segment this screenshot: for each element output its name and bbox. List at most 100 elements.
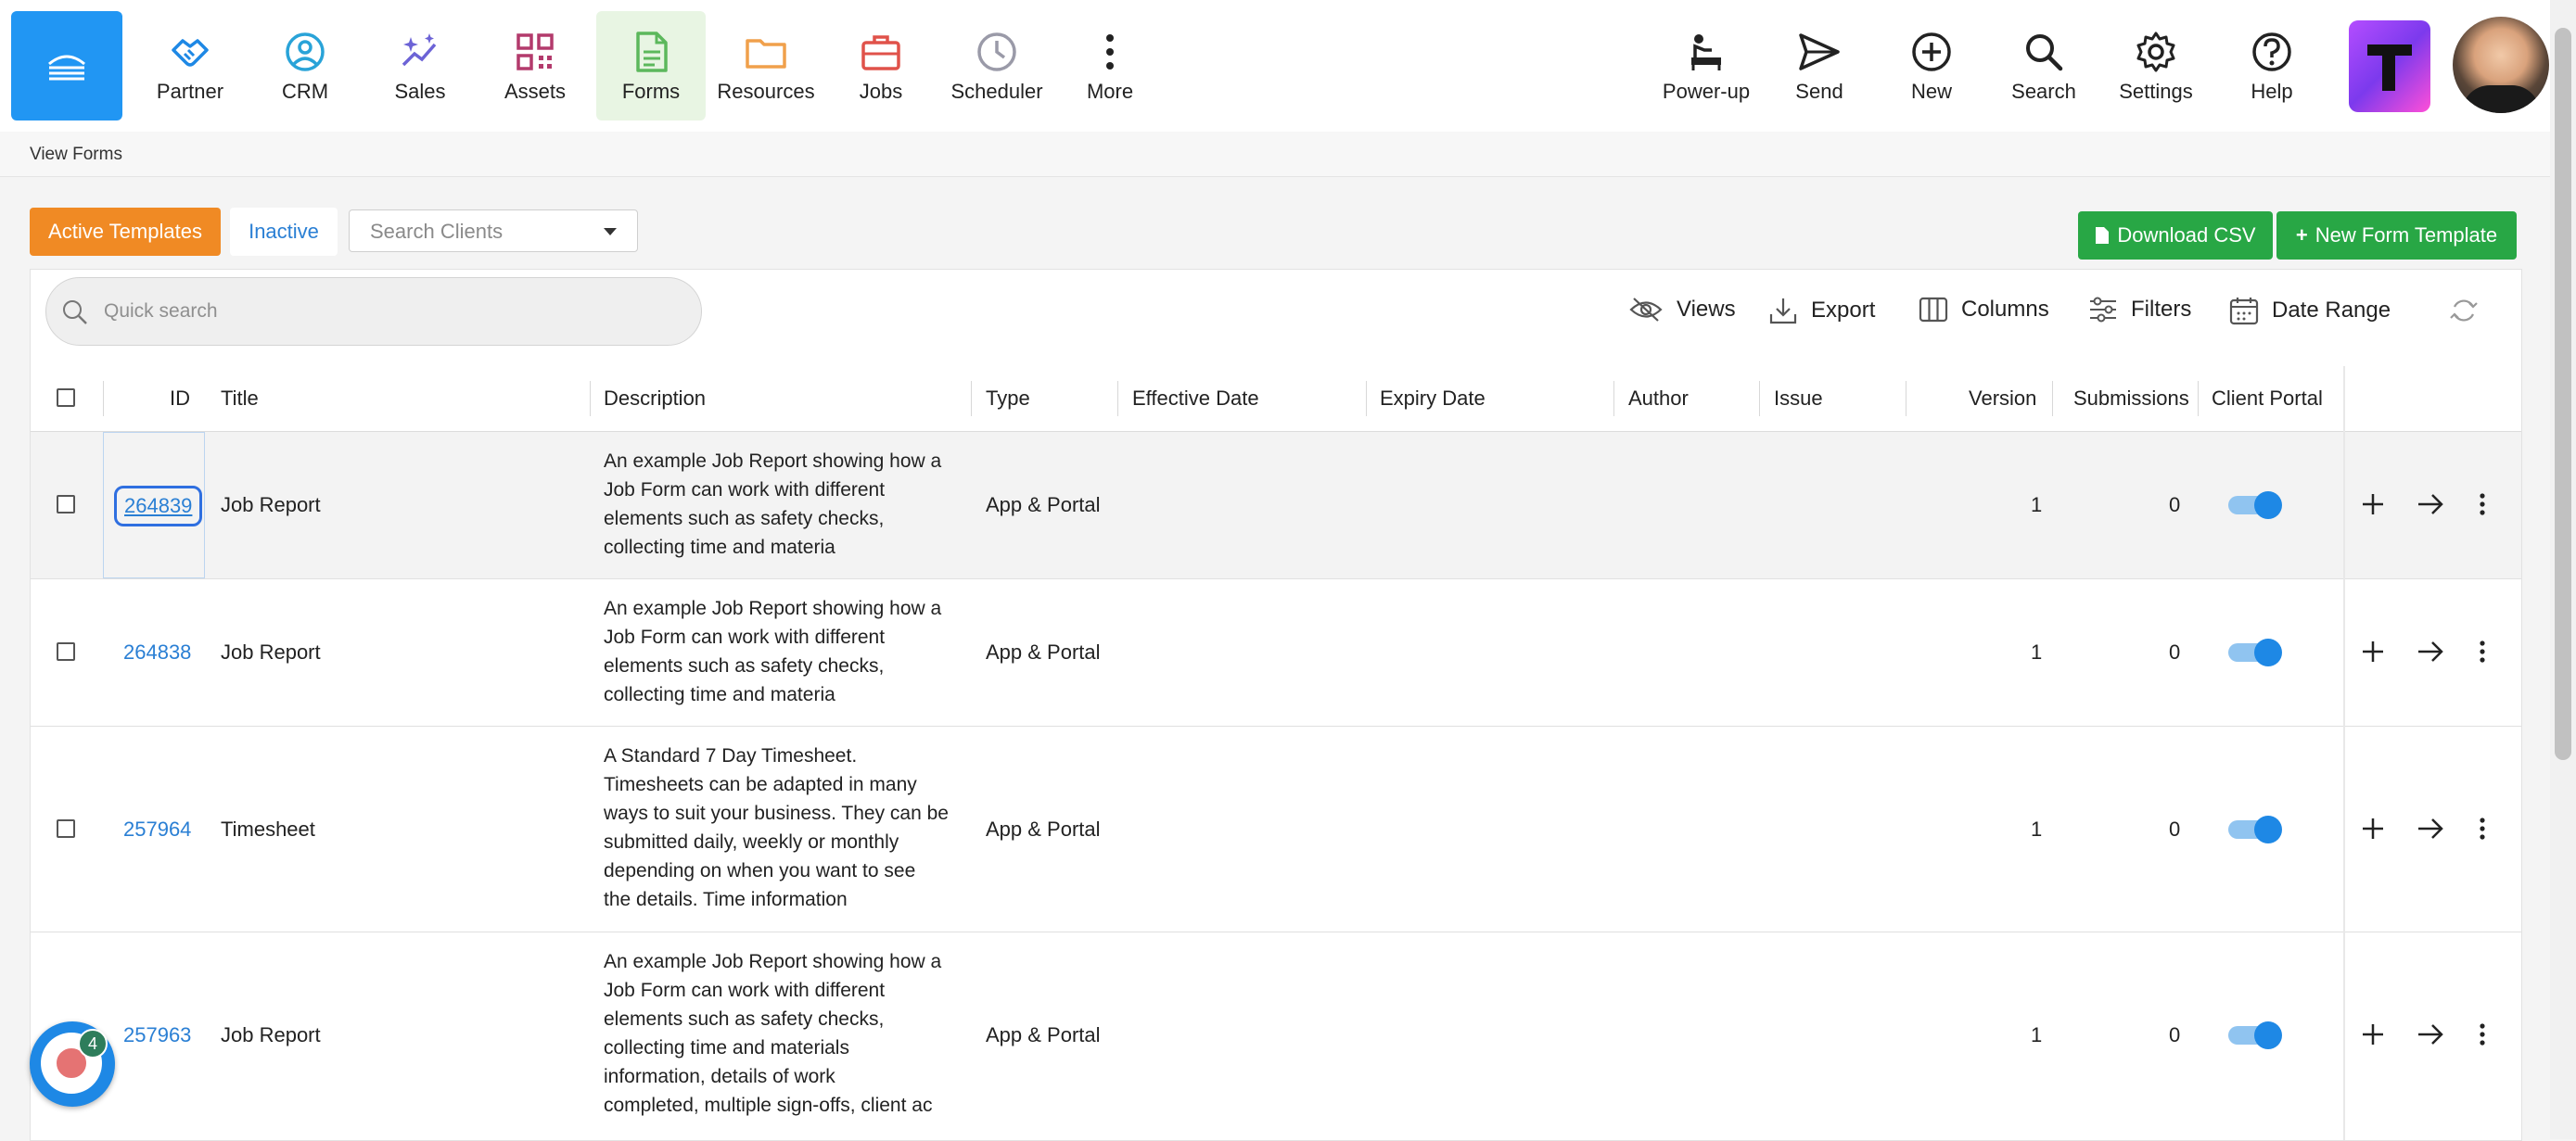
help-circle-icon <box>2252 32 2291 71</box>
nav-crm[interactable]: CRM <box>250 11 360 120</box>
nav-new[interactable]: New <box>1877 11 1986 120</box>
column-header-description[interactable]: Description <box>604 387 706 411</box>
download-csv-label: Download CSV <box>2117 223 2256 247</box>
send-icon <box>1799 33 1840 70</box>
form-version: 1 <box>2031 818 2043 841</box>
quick-search-input[interactable]: Quick search <box>45 277 702 346</box>
column-header-client-portal[interactable]: Client Portal <box>2212 387 2323 411</box>
page-scrollbar-thumb[interactable] <box>2555 28 2571 760</box>
nav-scheduler[interactable]: Scheduler <box>942 11 1052 120</box>
description-line: Job Form can work with different <box>604 627 886 648</box>
column-header-submissions[interactable]: Submissions <box>2073 387 2189 411</box>
arrow-right-icon[interactable] <box>2417 491 2444 517</box>
filters-button[interactable]: Filters <box>2088 296 2191 323</box>
sliders-icon <box>2090 297 2116 323</box>
form-title: Job Report <box>221 640 321 664</box>
client-portal-toggle[interactable] <box>2228 491 2284 519</box>
nav-help[interactable]: Help <box>2217 11 2327 120</box>
add-icon[interactable] <box>2360 639 2386 665</box>
date-range-button[interactable]: Date Range <box>2229 296 2391 325</box>
table-row[interactable]: 257963 Job Report An example Job Report … <box>31 932 2521 1140</box>
download-csv-button[interactable]: Download CSV <box>2078 211 2273 260</box>
column-header-effective-date[interactable]: Effective Date <box>1132 387 1259 411</box>
form-id-link[interactable]: 264838 <box>123 640 191 665</box>
nav-new-label: New <box>1910 80 1952 103</box>
column-header-expiry-date[interactable]: Expiry Date <box>1380 387 1486 411</box>
notification-widget-button[interactable]: 4 <box>30 1021 115 1107</box>
more-vertical-icon[interactable] <box>2477 639 2488 665</box>
arrow-right-icon[interactable] <box>2417 1021 2444 1047</box>
export-button[interactable]: Export <box>1768 296 1875 325</box>
column-header-id[interactable]: ID <box>170 387 190 411</box>
form-id-link[interactable]: 257963 <box>123 1023 191 1047</box>
form-type: App & Portal <box>986 818 1101 841</box>
nav-settings[interactable]: Settings <box>2101 11 2211 120</box>
download-icon <box>1769 298 1797 324</box>
add-icon[interactable] <box>2360 816 2386 842</box>
home-logo-button[interactable] <box>11 11 122 120</box>
row-checkbox[interactable] <box>57 819 75 838</box>
select-all-checkbox[interactable] <box>57 388 75 407</box>
more-vertical-icon[interactable] <box>2477 491 2488 517</box>
column-header-title[interactable]: Title <box>221 387 259 411</box>
more-vertical-icon[interactable] <box>2477 1021 2488 1047</box>
nav-settings-label: Settings <box>2119 80 2193 103</box>
form-id-link[interactable]: 257964 <box>123 818 191 842</box>
new-form-template-button[interactable]: + New Form Template <box>2276 211 2517 260</box>
user-avatar[interactable] <box>2453 17 2549 113</box>
table-row[interactable]: 257964 Timesheet A Standard 7 Day Timesh… <box>31 727 2521 932</box>
form-submissions: 0 <box>2169 818 2181 841</box>
arrow-right-icon[interactable] <box>2417 816 2444 842</box>
export-label: Export <box>1811 298 1876 323</box>
nav-sales-label: Sales <box>394 80 446 103</box>
inactive-tab[interactable]: Inactive <box>230 208 338 256</box>
qr-code-icon <box>516 33 554 70</box>
nav-crm-label: CRM <box>281 80 329 103</box>
columns-button[interactable]: Columns <box>1919 296 2049 323</box>
folder-icon <box>746 39 786 69</box>
nav-send[interactable]: Send <box>1765 11 1874 120</box>
search-clients-select[interactable]: Search Clients <box>349 209 638 252</box>
client-portal-toggle[interactable] <box>2228 816 2284 843</box>
column-header-author[interactable]: Author <box>1628 387 1689 411</box>
nav-resources[interactable]: Resources <box>711 11 821 120</box>
description-line: Timesheets can be adapted in many <box>604 774 917 795</box>
client-portal-toggle[interactable] <box>2228 1021 2284 1049</box>
form-submissions: 0 <box>2169 1023 2181 1046</box>
nav-partner[interactable]: Partner <box>135 11 245 120</box>
column-header-type[interactable]: Type <box>986 387 1030 411</box>
nav-forms[interactable]: Forms <box>596 11 706 120</box>
form-version: 1 <box>2031 493 2043 516</box>
add-icon[interactable] <box>2360 1021 2386 1047</box>
column-header-version[interactable]: Version <box>1969 387 2036 411</box>
add-icon[interactable] <box>2360 491 2386 517</box>
nav-sales[interactable]: Sales <box>365 11 475 120</box>
table-row[interactable]: 264839 Job Report An example Job Report … <box>31 432 2521 579</box>
description-line: An example Job Report showing how a <box>604 598 942 619</box>
table-row[interactable]: 264838 Job Report An example Job Report … <box>31 579 2521 727</box>
active-templates-button[interactable]: Active Templates <box>30 208 221 256</box>
form-submissions: 0 <box>2169 493 2181 516</box>
nav-assets[interactable]: Assets <box>480 11 590 120</box>
description-line: An example Job Report showing how a <box>604 951 942 972</box>
form-id-link[interactable]: 264839 <box>114 486 203 526</box>
description-line: information, details of work <box>604 1066 835 1087</box>
filters-label: Filters <box>2131 297 2192 322</box>
nav-search[interactable]: Search <box>1989 11 2098 120</box>
arrow-right-icon[interactable] <box>2417 639 2444 665</box>
more-vertical-icon[interactable] <box>2477 816 2488 842</box>
brand-logo-tile[interactable] <box>2349 20 2430 112</box>
nav-more[interactable]: More <box>1055 11 1165 120</box>
row-checkbox[interactable] <box>57 642 75 661</box>
nav-jobs[interactable]: Jobs <box>826 11 936 120</box>
refresh-button[interactable] <box>2449 296 2479 325</box>
search-clients-placeholder: Search Clients <box>370 220 504 243</box>
row-checkbox[interactable] <box>57 495 75 513</box>
column-header-issue[interactable]: Issue <box>1774 387 1823 411</box>
nav-partner-label: Partner <box>156 80 224 103</box>
client-portal-toggle[interactable] <box>2228 639 2284 666</box>
views-button[interactable]: Views <box>1628 296 1736 323</box>
search-icon <box>2026 34 2063 71</box>
chevron-down-icon <box>604 228 617 235</box>
nav-power-up[interactable]: Power-up <box>1651 11 1761 120</box>
